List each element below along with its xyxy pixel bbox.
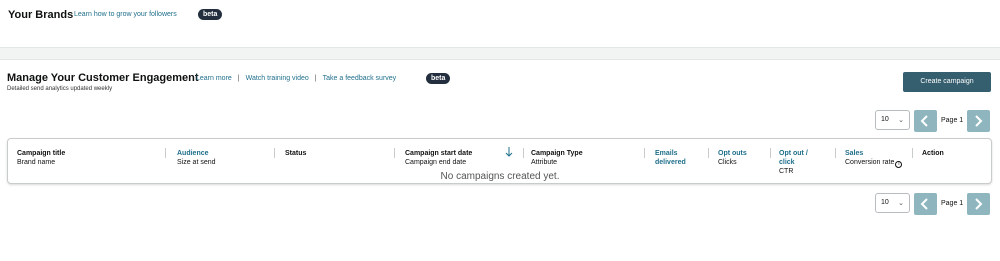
column-header: Campaign Type	[531, 150, 583, 157]
column-header: Campaign start date	[405, 150, 473, 157]
next-page-button[interactable]	[967, 110, 990, 132]
engagement-title: Manage Your Customer Engagement	[7, 72, 199, 84]
chevron-down-icon: ⌄	[898, 200, 904, 207]
column-header: Campaign title	[17, 150, 66, 157]
column-divider	[523, 148, 524, 158]
column-divider	[274, 148, 275, 158]
column-header: Opt out /	[779, 150, 808, 157]
engagement-links: Learn more | Watch training video | Take a f…	[196, 75, 396, 82]
col-opt-outs[interactable]: Opt outs Clicks	[718, 149, 747, 167]
column-divider	[770, 148, 771, 158]
grow-followers-link[interactable]: Learn how to grow your followers	[74, 11, 177, 18]
beta-badge: beta	[426, 73, 451, 84]
column-header: Emails	[655, 150, 678, 157]
column-header-line2: click	[779, 159, 795, 166]
chevron-right-icon	[975, 198, 983, 210]
column-divider	[835, 148, 836, 158]
column-divider	[165, 148, 166, 158]
column-divider	[912, 148, 913, 158]
column-subheader: Clicks	[718, 159, 737, 166]
col-emails-delivered[interactable]: Emails delivered	[655, 149, 686, 167]
page-label: Page 1	[941, 117, 964, 124]
link-separator: |	[237, 75, 240, 82]
chevron-left-icon	[920, 198, 928, 210]
engagement-section: Manage Your Customer Engagement Detailed…	[0, 59, 1000, 261]
page-label: Page 1	[941, 200, 964, 207]
col-action: Action	[922, 149, 944, 158]
chevron-right-icon	[975, 115, 983, 127]
pagination-bottom: 10 ⌄ Page 1	[875, 193, 991, 215]
column-subheader: Size at send	[177, 159, 216, 166]
prev-page-button[interactable]	[914, 110, 937, 132]
page-size-value: 10	[881, 116, 889, 123]
column-header: Action	[922, 150, 944, 157]
column-subheader-text: Conversion rate	[845, 159, 895, 166]
watch-training-link[interactable]: Watch training video	[246, 75, 309, 82]
empty-state-message: No campaigns created yet.	[440, 171, 560, 182]
column-divider	[708, 148, 709, 158]
column-header-line2: delivered	[655, 159, 686, 166]
page-size-select[interactable]: 10 ⌄	[875, 193, 910, 213]
create-campaign-button[interactable]: Create campaign	[903, 72, 991, 92]
feedback-survey-link[interactable]: Take a feedback survey	[323, 75, 397, 82]
brands-section: Your Brands Learn how to grow your follo…	[0, 0, 1000, 48]
col-sales[interactable]: Sales Conversion rate i	[845, 149, 903, 168]
column-header: Sales	[845, 150, 864, 157]
page-size-value: 10	[881, 199, 889, 206]
beta-badge: beta	[198, 9, 223, 20]
info-icon[interactable]: i	[895, 161, 903, 168]
column-subheader: Attribute	[531, 159, 558, 166]
chevron-left-icon	[920, 115, 928, 127]
link-separator: |	[314, 75, 317, 82]
col-audience[interactable]: Audience Size at send	[177, 149, 216, 167]
brands-title: Your Brands	[8, 9, 74, 21]
column-header: Status	[285, 150, 307, 157]
column-divider	[644, 148, 645, 158]
next-page-button[interactable]	[967, 193, 990, 215]
column-subheader: Brand name	[17, 159, 56, 166]
column-subheader: Conversion rate i	[845, 158, 903, 168]
arrow-down-icon[interactable]	[505, 147, 513, 157]
page-size-select[interactable]: 10 ⌄	[875, 110, 910, 130]
column-header: Opt outs	[718, 150, 747, 157]
column-header: Audience	[177, 150, 209, 157]
column-subheader: Campaign end date	[405, 159, 467, 166]
column-divider	[394, 148, 395, 158]
col-campaign-title[interactable]: Campaign title Brand name	[17, 149, 65, 167]
learn-more-link[interactable]: Learn more	[196, 75, 232, 82]
pagination-top: 10 ⌄ Page 1	[875, 110, 991, 132]
engagement-subtitle: Detailed send analytics updated weekly	[7, 86, 113, 92]
col-status[interactable]: Status	[285, 149, 306, 158]
col-campaign-type[interactable]: Campaign Type Attribute	[531, 149, 583, 167]
prev-page-button[interactable]	[914, 193, 937, 215]
col-start-date[interactable]: Campaign start date Campaign end date	[405, 149, 472, 167]
chevron-down-icon: ⌄	[898, 117, 904, 124]
